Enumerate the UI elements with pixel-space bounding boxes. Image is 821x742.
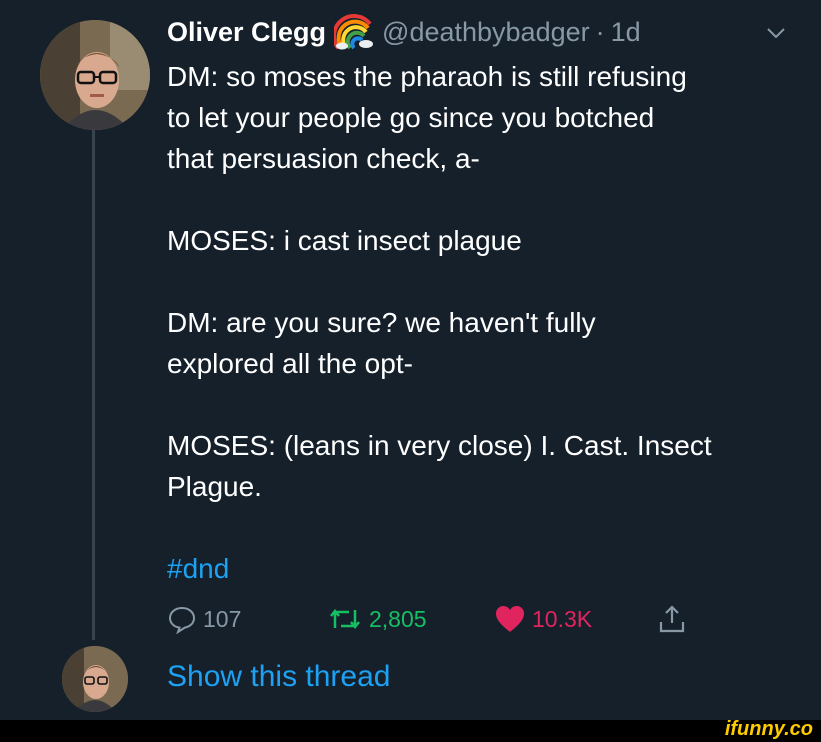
reply-icon [168,606,196,634]
avatar-image [62,646,128,712]
tweet-header: Oliver Clegg @deathbybadger · 1d [167,12,791,52]
reply-button[interactable]: 107 [167,604,241,634]
watermark-logo: ifunny.co [724,718,813,740]
retweet-icon [330,608,360,630]
separator-dot: · [595,16,605,47]
tweet-timestamp[interactable]: 1d [611,17,641,48]
retweet-button[interactable]: 2,805 [327,604,427,634]
tweet-actions: 107 2,805 10.3K [167,604,727,644]
chevron-down-icon[interactable] [761,18,791,48]
retweet-count: 2,805 [369,605,427,632]
share-button[interactable] [657,604,693,634]
hashtag-link[interactable]: #dnd [167,553,229,584]
watermark-bar: ifunny.co [0,718,821,742]
thread-connector-line [92,126,95,640]
tweet-paragraph: MOSES: (leans in very close) I. Cast. In… [167,430,712,502]
author-name[interactable]: Oliver Clegg [167,17,326,48]
author-avatar[interactable] [40,20,150,130]
rainbow-emoji-icon [332,14,374,50]
tweet-paragraph: DM: are you sure? we haven't fully explo… [167,307,596,379]
tweet-text: DM: so moses the pharaoh is still refusi… [167,56,807,589]
like-count: 10.3K [532,605,593,632]
share-icon [659,605,685,633]
tweet-paragraph: MOSES: i cast insect plague [167,225,522,256]
tweet-paragraph: DM: so moses the pharaoh is still refusi… [167,61,687,174]
avatar-image [40,20,150,130]
thread-author-avatar[interactable] [62,646,128,712]
like-button[interactable]: 10.3K [494,604,592,634]
show-thread-link[interactable]: Show this thread [167,660,390,694]
heart-icon [496,606,524,632]
reply-count: 107 [203,605,242,632]
author-handle[interactable]: @deathbybadger [382,17,590,48]
